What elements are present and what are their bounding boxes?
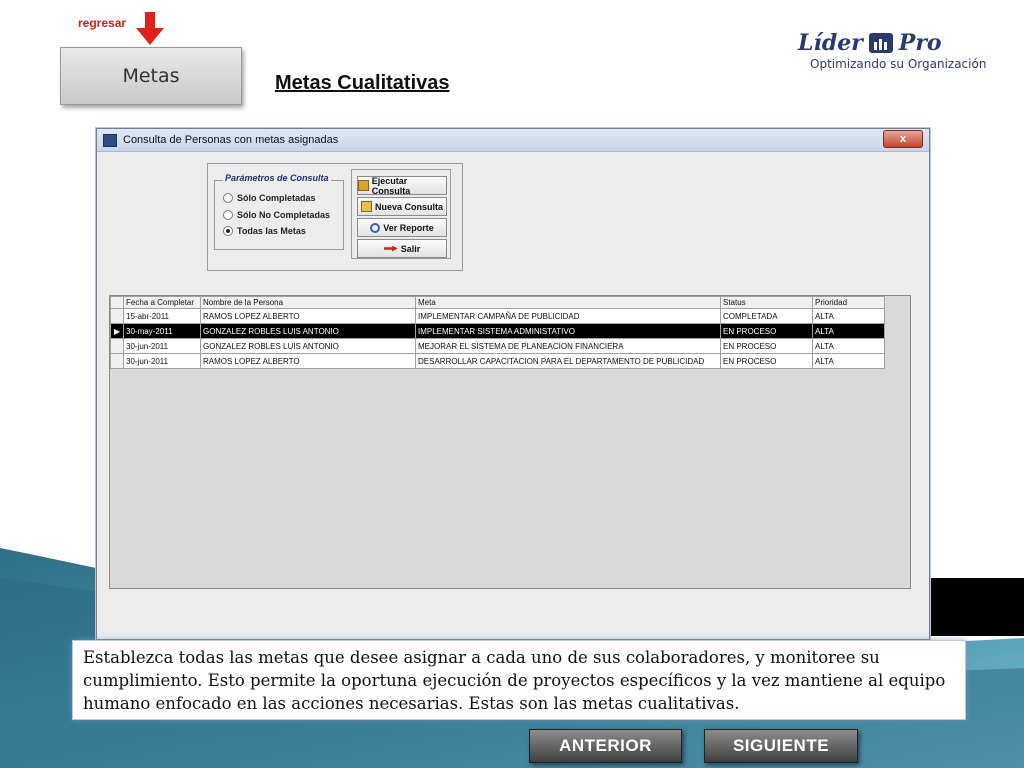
window-title: Consulta de Personas con metas asignadas: [123, 134, 339, 146]
cell-nombre[interactable]: RAMOS LOPEZ ALBERTO: [200, 353, 416, 369]
execute-query-button[interactable]: Ejecutar Consulta: [357, 175, 447, 196]
cell-nombre[interactable]: GONZALEZ ROBLES LUIS ANTONIO: [200, 323, 416, 339]
cell-status[interactable]: EN PROCESO: [720, 338, 813, 354]
magnifier-icon: [370, 222, 381, 233]
down-arrow-icon[interactable]: [134, 12, 166, 46]
exit-button[interactable]: Salir: [357, 239, 447, 258]
table-row[interactable]: 15-abr-2011 RAMOS LOPEZ ALBERTO IMPLEMEN…: [110, 308, 885, 324]
cell-prioridad[interactable]: ALTA: [812, 338, 885, 354]
execute-query-label: Ejecutar Consulta: [371, 175, 411, 196]
column-header-meta[interactable]: Meta: [415, 296, 721, 309]
cell-fecha[interactable]: 30-jun-2011: [123, 353, 201, 369]
row-indicator[interactable]: [110, 308, 124, 324]
previous-button[interactable]: ANTERIOR: [529, 729, 682, 763]
logo-mark-icon: [868, 33, 893, 53]
logo-tagline: Optimizando su Organización: [810, 57, 987, 71]
column-header-status[interactable]: Status: [720, 296, 813, 309]
cell-prioridad[interactable]: ALTA: [812, 308, 885, 324]
radio-only-not-completed[interactable]: Sólo No Completadas: [223, 210, 330, 220]
app-window-icon: [103, 133, 117, 147]
table-row[interactable]: 30-jun-2011 GONZALEZ ROBLES LUIS ANTONIO…: [110, 338, 885, 354]
next-label: SIGUIENTE: [732, 736, 830, 755]
cell-nombre[interactable]: RAMOS LOPEZ ALBERTO: [200, 308, 416, 324]
cell-meta[interactable]: IMPLEMENTAR SISTEMA ADMINISTATIVO: [415, 323, 721, 339]
radio-indicator[interactable]: [223, 210, 233, 220]
view-report-label: Ver Reporte: [383, 222, 434, 233]
cell-prioridad[interactable]: ALTA: [812, 353, 885, 369]
cell-prioridad[interactable]: ALTA: [812, 323, 885, 339]
row-indicator[interactable]: [110, 353, 124, 369]
radio-label: Todas las Metas: [237, 226, 306, 236]
row-pointer-icon[interactable]: ▶: [110, 323, 124, 339]
cell-meta[interactable]: DESARROLLAR CAPACITACION PARA EL DEPARTA…: [415, 353, 721, 369]
row-indicator-header: [110, 296, 124, 309]
radio-indicator[interactable]: [223, 193, 233, 203]
cell-status[interactable]: EN PROCESO: [720, 353, 813, 369]
page-title: Metas Cualitativas: [275, 72, 450, 94]
grid-header-row: Fecha a Completar Nombre de la Persona M…: [110, 296, 885, 309]
metas-section-label: Metas: [122, 65, 180, 87]
cell-meta[interactable]: IMPLEMENTAR CAMPAÑA DE PUBLICIDAD: [415, 308, 721, 324]
column-header-prioridad[interactable]: Prioridad: [812, 296, 885, 309]
cell-meta[interactable]: MEJORAR EL SISTEMA DE PLANEACION FINANCI…: [415, 338, 721, 354]
parameters-legend: Parámetros de Consulta: [223, 173, 331, 183]
description-text: Establezca todas las metas que desee asi…: [72, 640, 966, 720]
action-buttons-panel: Ejecutar Consulta Nueva Consulta Ver Rep…: [351, 169, 451, 259]
exit-label: Salir: [400, 243, 421, 254]
cell-fecha[interactable]: 15-abr-2011: [123, 308, 201, 324]
radio-label: Sólo Completadas: [237, 193, 316, 203]
table-row[interactable]: 30-jun-2011 RAMOS LOPEZ ALBERTO DESARROL…: [110, 353, 885, 369]
query-parameters-group: Parámetros de Consulta Sólo Completadas …: [214, 173, 344, 250]
table-row-selected[interactable]: ▶ 30-may-2011 GONZALEZ ROBLES LUIS ANTON…: [110, 323, 885, 339]
view-report-button[interactable]: Ver Reporte: [357, 218, 447, 237]
results-grid[interactable]: Fecha a Completar Nombre de la Persona M…: [109, 295, 911, 589]
close-icon: x: [899, 133, 907, 145]
logo-name-part2: Pro: [898, 30, 942, 56]
cell-fecha[interactable]: 30-jun-2011: [123, 338, 201, 354]
cell-nombre[interactable]: GONZALEZ ROBLES LUIS ANTONIO: [200, 338, 416, 354]
query-panel: Parámetros de Consulta Sólo Completadas …: [207, 163, 463, 271]
previous-label: ANTERIOR: [559, 736, 652, 755]
window-titlebar[interactable]: Consulta de Personas con metas asignadas…: [97, 129, 929, 152]
column-header-fecha[interactable]: Fecha a Completar: [123, 296, 201, 309]
database-icon: [358, 180, 369, 191]
logo-name-part1: Líder: [798, 30, 863, 56]
new-query-label: Nueva Consulta: [374, 201, 443, 212]
radio-indicator[interactable]: [223, 226, 233, 236]
column-header-nombre[interactable]: Nombre de la Persona: [200, 296, 416, 309]
brand-logo: Líder Pro Optimizando su Organización: [798, 30, 988, 71]
cell-status[interactable]: COMPLETADA: [720, 308, 813, 324]
cell-fecha[interactable]: 30-may-2011: [123, 323, 201, 339]
radio-only-completed[interactable]: Sólo Completadas: [223, 193, 316, 203]
new-query-button[interactable]: Nueva Consulta: [357, 197, 447, 216]
new-document-icon: [360, 201, 372, 212]
row-indicator[interactable]: [110, 338, 124, 354]
query-window: Consulta de Personas con metas asignadas…: [96, 128, 930, 640]
radio-label: Sólo No Completadas: [237, 210, 331, 220]
radio-all-goals[interactable]: Todas las Metas: [223, 226, 306, 236]
exit-arrow-icon: [383, 245, 398, 252]
cell-status[interactable]: EN PROCESO: [720, 323, 813, 339]
back-link[interactable]: regresar: [78, 16, 126, 30]
results-table: Fecha a Completar Nombre de la Persona M…: [110, 296, 885, 369]
metas-section-button[interactable]: Metas: [60, 47, 242, 105]
window-close-button[interactable]: x: [883, 130, 923, 148]
next-button[interactable]: SIGUIENTE: [704, 729, 858, 763]
